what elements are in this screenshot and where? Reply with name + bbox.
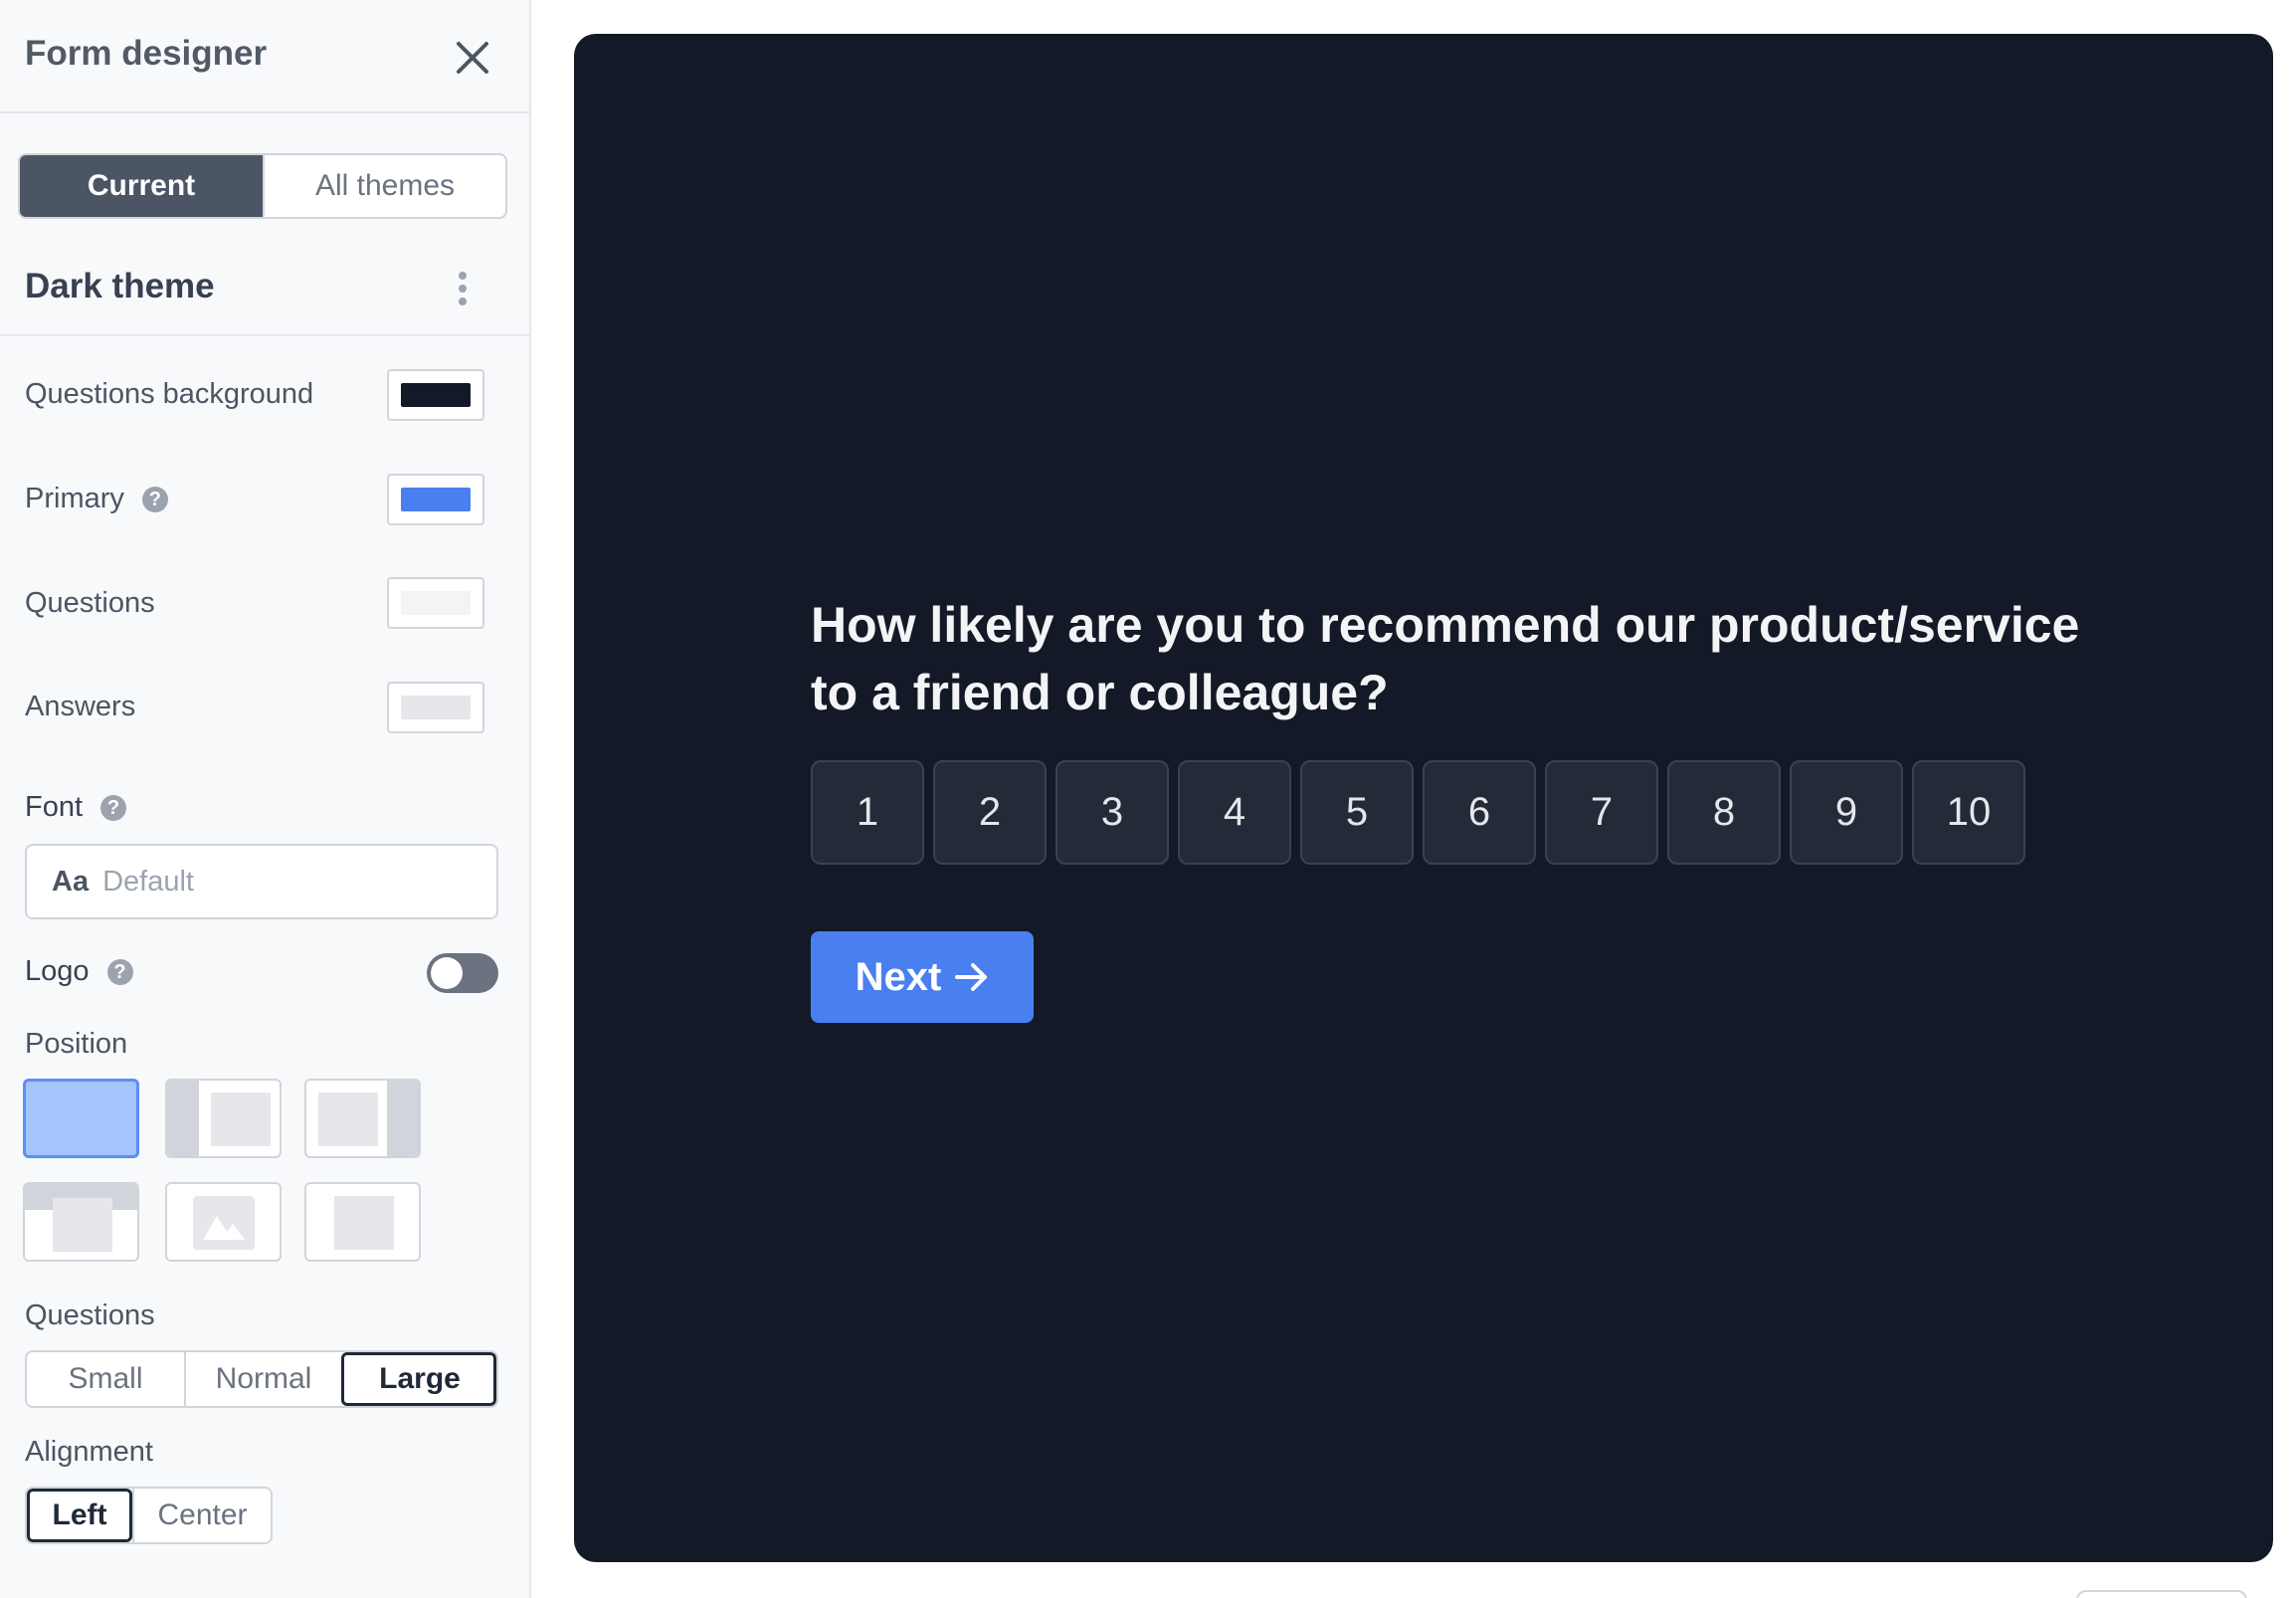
- alignment-label: Alignment: [25, 1436, 153, 1468]
- help-icon[interactable]: ?: [141, 487, 168, 513]
- question-line-1: How likely are you to recommend our prod…: [811, 597, 2080, 653]
- theme-tabs: Current All themes: [18, 153, 507, 219]
- position-option-right-panel[interactable]: [304, 1079, 421, 1158]
- primary-label: Primary: [25, 483, 124, 514]
- scale-option-1[interactable]: 1: [811, 760, 924, 865]
- position-option-centered[interactable]: [304, 1182, 421, 1262]
- nps-scale: 1 2 3 4 5 6 7 8 9 10: [811, 760, 2025, 865]
- tab-current[interactable]: Current: [20, 155, 263, 217]
- font-label-row: Font?: [25, 791, 127, 824]
- bottom-control[interactable]: [2076, 1590, 2247, 1598]
- primary-label-row: Primary?: [25, 483, 168, 515]
- position-option-background-image[interactable]: [165, 1182, 282, 1262]
- swatch-fill: [401, 383, 471, 407]
- next-button-label: Next: [855, 954, 942, 999]
- alignment-selector: Left Center: [25, 1487, 273, 1544]
- image-icon: [193, 1196, 255, 1250]
- close-icon[interactable]: [453, 38, 492, 78]
- content-block: [53, 1198, 112, 1252]
- more-options-icon[interactable]: [453, 269, 473, 308]
- primary-swatch[interactable]: [387, 474, 484, 525]
- size-normal[interactable]: Normal: [184, 1352, 341, 1406]
- position-label: Position: [25, 1028, 128, 1060]
- scale-option-3[interactable]: 3: [1055, 760, 1169, 865]
- sidebar-title: Form designer: [25, 34, 268, 73]
- scale-option-6[interactable]: 6: [1423, 760, 1536, 865]
- scale-option-8[interactable]: 8: [1667, 760, 1781, 865]
- scale-option-5[interactable]: 5: [1300, 760, 1414, 865]
- logo-label: Logo: [25, 955, 90, 987]
- swatch-fill: [401, 488, 471, 511]
- position-option-full[interactable]: [23, 1079, 139, 1158]
- align-left[interactable]: Left: [27, 1489, 132, 1542]
- question-text: How likely are you to recommend our prod…: [811, 591, 2104, 726]
- content-block: [334, 1196, 394, 1250]
- questions-color-label: Questions: [25, 587, 155, 619]
- answers-color-label: Answers: [25, 691, 136, 722]
- theme-name: Dark theme: [25, 267, 215, 305]
- swatch-fill: [401, 591, 471, 615]
- questions-background-label: Questions background: [25, 378, 314, 410]
- tab-all-themes[interactable]: All themes: [263, 155, 505, 217]
- question-line-2: to a friend or colleague?: [811, 665, 1389, 720]
- scale-option-7[interactable]: 7: [1545, 760, 1658, 865]
- panel-bar: [387, 1081, 419, 1156]
- help-icon[interactable]: ?: [100, 795, 127, 822]
- scale-option-2[interactable]: 2: [933, 760, 1047, 865]
- position-option-left-panel[interactable]: [165, 1079, 282, 1158]
- content-block: [211, 1093, 271, 1146]
- questions-size-label: Questions: [25, 1299, 155, 1331]
- content-block: [318, 1093, 378, 1146]
- toggle-knob: [431, 957, 463, 989]
- font-label: Font: [25, 791, 84, 823]
- scale-option-10[interactable]: 10: [1912, 760, 2025, 865]
- theme-header: Dark theme: [0, 247, 529, 336]
- arrow-right-icon: [955, 963, 988, 991]
- panel-bar: [167, 1081, 199, 1156]
- answers-color-swatch[interactable]: [387, 682, 484, 733]
- questions-background-swatch[interactable]: [387, 369, 484, 421]
- swatch-fill: [401, 696, 471, 719]
- align-center[interactable]: Center: [132, 1489, 271, 1542]
- help-icon[interactable]: ?: [106, 959, 133, 986]
- questions-size-selector: Small Normal Large: [25, 1350, 498, 1408]
- font-icon: Aa: [52, 865, 90, 898]
- size-large[interactable]: Large: [341, 1352, 496, 1406]
- next-button[interactable]: Next: [811, 931, 1034, 1023]
- position-option-top-banner[interactable]: [23, 1182, 139, 1262]
- logo-label-row: Logo?: [25, 955, 133, 988]
- questions-color-swatch[interactable]: [387, 577, 484, 629]
- scale-option-9[interactable]: 9: [1790, 760, 1903, 865]
- form-designer-sidebar: Form designer Current All themes Dark th…: [0, 0, 531, 1598]
- scale-option-4[interactable]: 4: [1178, 760, 1291, 865]
- font-select[interactable]: Aa Default: [25, 844, 498, 919]
- size-small[interactable]: Small: [27, 1352, 184, 1406]
- form-preview: How likely are you to recommend our prod…: [574, 34, 2273, 1562]
- logo-toggle[interactable]: [427, 953, 498, 993]
- sidebar-header: Form designer: [0, 0, 529, 113]
- font-value: Default: [102, 865, 194, 898]
